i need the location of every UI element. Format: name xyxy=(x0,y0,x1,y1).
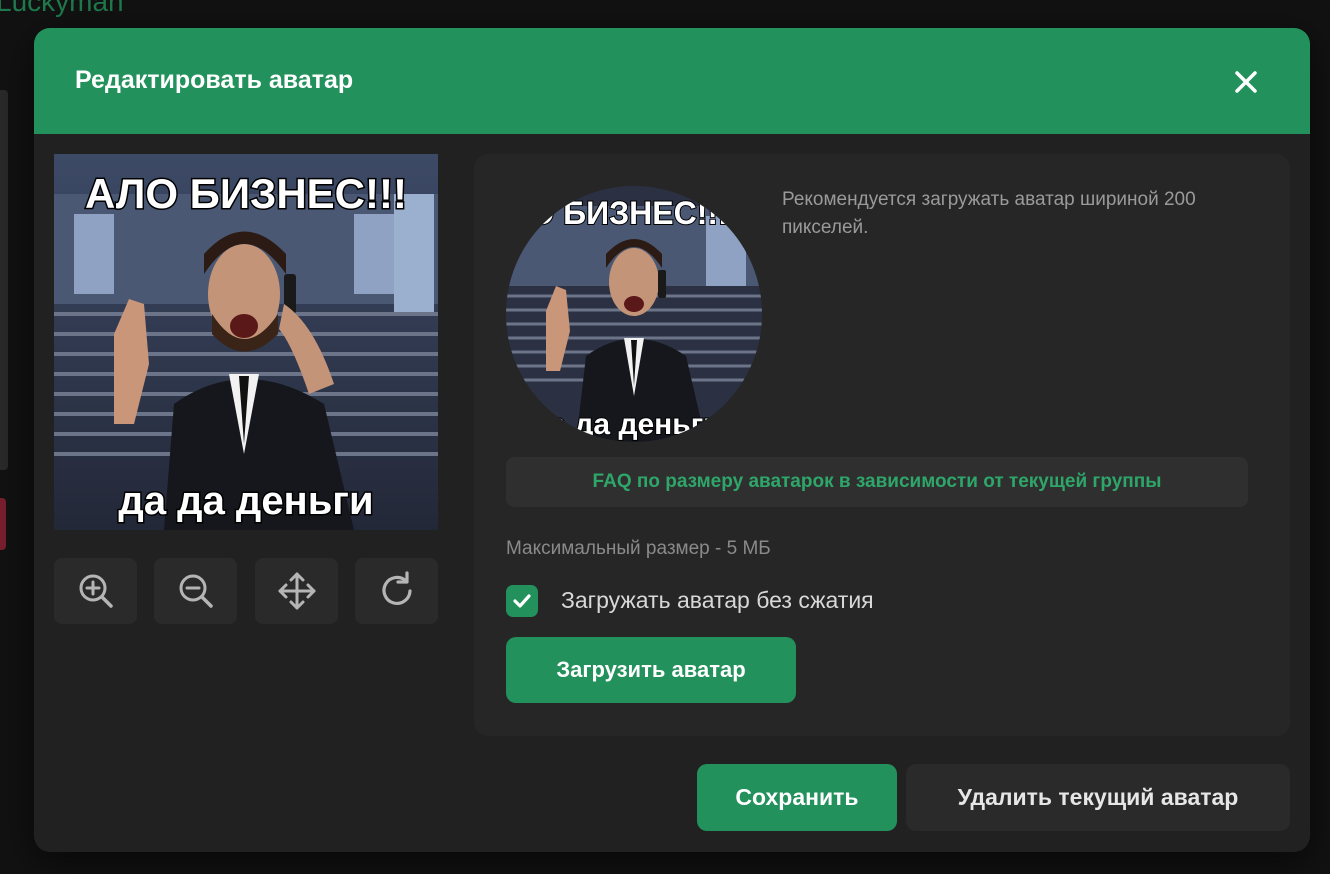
checkmark-icon xyxy=(513,594,531,608)
upload-avatar-button[interactable]: Загрузить аватар xyxy=(506,637,796,703)
delete-avatar-button[interactable]: Удалить текущий аватар xyxy=(906,764,1290,831)
top-caption: АЛО БИЗНЕС!!! xyxy=(85,170,407,217)
bottom-caption: да да деньги xyxy=(118,479,373,523)
no-compression-label[interactable]: Загружать аватар без сжатия xyxy=(561,587,874,614)
avatar-crop-area[interactable]: АЛО БИЗНЕС!!! да да деньги xyxy=(54,154,438,530)
save-button[interactable]: Сохранить xyxy=(697,764,897,831)
avatar-preview-image: АЛО БИЗНЕС!!! да да деньги xyxy=(506,186,762,442)
modal-title: Редактировать аватар xyxy=(75,66,354,94)
background-username: Luckyman xyxy=(0,0,124,17)
background-sidebar xyxy=(0,90,8,470)
edit-avatar-modal: Редактировать аватар АЛО БИЗНЕС!!! да да… xyxy=(34,28,1310,852)
no-compression-checkbox[interactable] xyxy=(506,585,538,617)
preview-top-caption: АЛО БИЗНЕС!!! xyxy=(506,195,729,231)
close-icon xyxy=(1235,71,1257,93)
max-size-text: Максимальный размер - 5 МБ xyxy=(506,538,771,559)
rotate-button[interactable] xyxy=(355,558,438,624)
zoom-out-icon xyxy=(179,574,213,608)
preview-bottom-caption: да да деньги xyxy=(530,408,721,441)
move-icon xyxy=(278,572,315,610)
avatar-preview: АЛО БИЗНЕС!!! да да деньги xyxy=(506,186,762,442)
zoom-in-icon xyxy=(79,574,113,608)
avatar-source-image: АЛО БИЗНЕС!!! да да деньги xyxy=(54,154,438,530)
background-red-marker xyxy=(0,498,6,550)
move-button[interactable] xyxy=(255,558,338,624)
rotate-icon xyxy=(381,571,412,605)
faq-avatar-size-link[interactable]: FAQ по размеру аватарок в зависимости от… xyxy=(506,457,1248,507)
zoom-in-button[interactable] xyxy=(54,558,137,624)
modal-header: Редактировать аватар xyxy=(34,28,1310,134)
avatar-settings-panel: АЛО БИЗНЕС!!! да да деньги Рекомендуется… xyxy=(474,154,1290,736)
zoom-out-button[interactable] xyxy=(154,558,237,624)
recommend-text: Рекомендуется загружать аватар шириной 2… xyxy=(782,189,1196,238)
close-button[interactable] xyxy=(1232,68,1260,96)
